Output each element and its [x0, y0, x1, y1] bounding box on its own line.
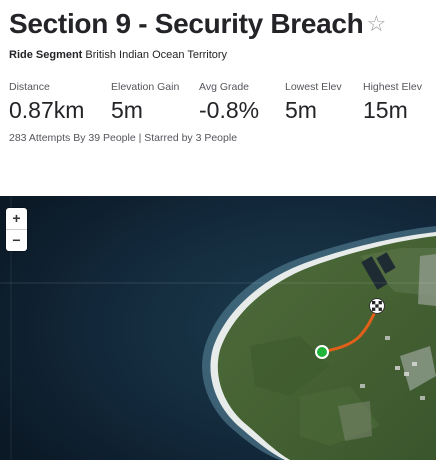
star-icon[interactable]: ☆ [366, 6, 386, 42]
stat-value: 5m [111, 97, 143, 123]
zoom-out-button[interactable]: − [6, 229, 27, 251]
stat-value: 5m [285, 97, 317, 123]
stat-label: Lowest Elev [285, 81, 342, 93]
page-title: Section 9 - Security Breach [9, 8, 364, 39]
stat-avg-grade: Avg Grade -0.8% [199, 80, 259, 124]
stat-label: Highest Elev [363, 81, 422, 93]
stat-elevation-gain: Elevation Gain 5m [111, 80, 179, 124]
segment-subtitle: Ride Segment British Indian Ocean Territ… [9, 48, 227, 62]
stat-distance: Distance 0.87km [9, 80, 84, 124]
segment-header: Section 9 - Security Breach ☆ [9, 6, 386, 42]
stat-highest-elev: Highest Elev 15m [363, 80, 422, 124]
checkered-flag-icon [369, 298, 385, 314]
segment-type-label: Ride Segment [9, 49, 83, 61]
segment-map[interactable]: + − [0, 196, 436, 460]
attempts-summary: 283 Attempts By 39 People | Starred by 3… [9, 132, 238, 144]
zoom-in-button[interactable]: + [6, 208, 27, 229]
zoom-controls: + − [6, 208, 27, 251]
stat-label: Elevation Gain [111, 81, 180, 93]
stat-value: 15m [363, 97, 408, 123]
stat-value: -0.8% [199, 97, 260, 123]
route-overlay [315, 298, 385, 359]
stat-lowest-elev: Lowest Elev 5m [285, 80, 342, 124]
start-marker [315, 345, 329, 359]
route-line [320, 306, 379, 354]
stat-label: Avg Grade [199, 81, 250, 93]
stat-label: Distance [9, 81, 50, 93]
segment-location: British Indian Ocean Territory [85, 49, 228, 61]
stat-value: 0.87km [9, 97, 85, 123]
